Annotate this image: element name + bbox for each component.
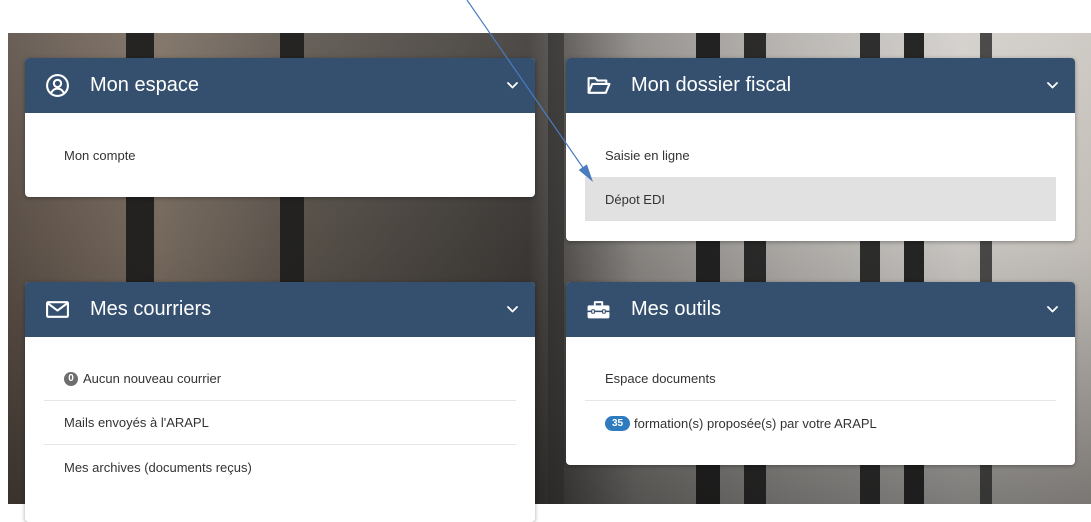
link-depot-edi[interactable]: Dépot EDI <box>585 177 1056 221</box>
card-title: Mes courriers <box>90 298 212 320</box>
card-header-mes-courriers[interactable]: Mes courriers <box>25 282 535 337</box>
chevron-down-icon[interactable] <box>507 82 518 89</box>
card-title: Mon dossier fiscal <box>631 74 792 96</box>
chevron-down-icon[interactable] <box>1047 82 1058 89</box>
card-mes-outils: Mes outils Espace documents 35 formation… <box>566 282 1075 465</box>
card-header-mon-espace[interactable]: Mon espace <box>25 58 535 113</box>
item-label: formation(s) proposée(s) par votre ARAPL <box>634 415 877 431</box>
card-body: Espace documents 35 formation(s) proposé… <box>566 337 1075 465</box>
item-label: Mon compte <box>64 147 136 163</box>
card-title: Mes outils <box>631 298 722 320</box>
unread-count-badge: 0 <box>64 371 78 386</box>
formation-count-badge: 35 <box>605 415 630 431</box>
envelope-icon <box>45 297 70 322</box>
card-mon-dossier-fiscal: Mon dossier fiscal Saisie en ligne Dépot… <box>566 58 1075 241</box>
user-circle-icon <box>45 73 70 98</box>
card-body: Mon compte <box>25 113 535 197</box>
card-body: Saisie en ligne Dépot EDI <box>566 113 1075 241</box>
item-label: Saisie en ligne <box>605 147 690 163</box>
chevron-down-icon[interactable] <box>1047 306 1058 313</box>
card-header-mon-dossier-fiscal[interactable]: Mon dossier fiscal <box>566 58 1075 113</box>
card-title: Mon espace <box>90 74 199 96</box>
chevron-down-icon[interactable] <box>507 306 518 313</box>
item-label: Mails envoyés à l'ARAPL <box>64 415 209 430</box>
link-saisie-en-ligne[interactable]: Saisie en ligne <box>585 133 1056 177</box>
card-header-mes-outils[interactable]: Mes outils <box>566 282 1075 337</box>
link-espace-documents[interactable]: Espace documents <box>585 357 1056 401</box>
card-mes-courriers: Mes courriers 0 Aucun nouveau courrier M… <box>25 282 535 522</box>
card-mon-espace: Mon espace Mon compte <box>25 58 535 197</box>
link-formations[interactable]: 35 formation(s) proposée(s) par votre AR… <box>585 401 1056 445</box>
link-mails-envoyes[interactable]: Mails envoyés à l'ARAPL <box>44 401 516 445</box>
item-label: Aucun nouveau courrier <box>83 371 222 386</box>
item-label: Dépot EDI <box>605 191 665 207</box>
link-mes-archives[interactable]: Mes archives (documents reçus) <box>44 445 516 489</box>
item-label: Espace documents <box>605 371 716 386</box>
card-body: 0 Aucun nouveau courrier Mails envoyés à… <box>25 337 535 509</box>
item-label: Mes archives (documents reçus) <box>64 459 252 475</box>
toolbox-icon <box>586 297 611 322</box>
link-mon-compte[interactable]: Mon compte <box>44 133 516 177</box>
link-aucun-nouveau-courrier[interactable]: 0 Aucun nouveau courrier <box>44 357 516 401</box>
folder-open-icon <box>586 73 611 98</box>
